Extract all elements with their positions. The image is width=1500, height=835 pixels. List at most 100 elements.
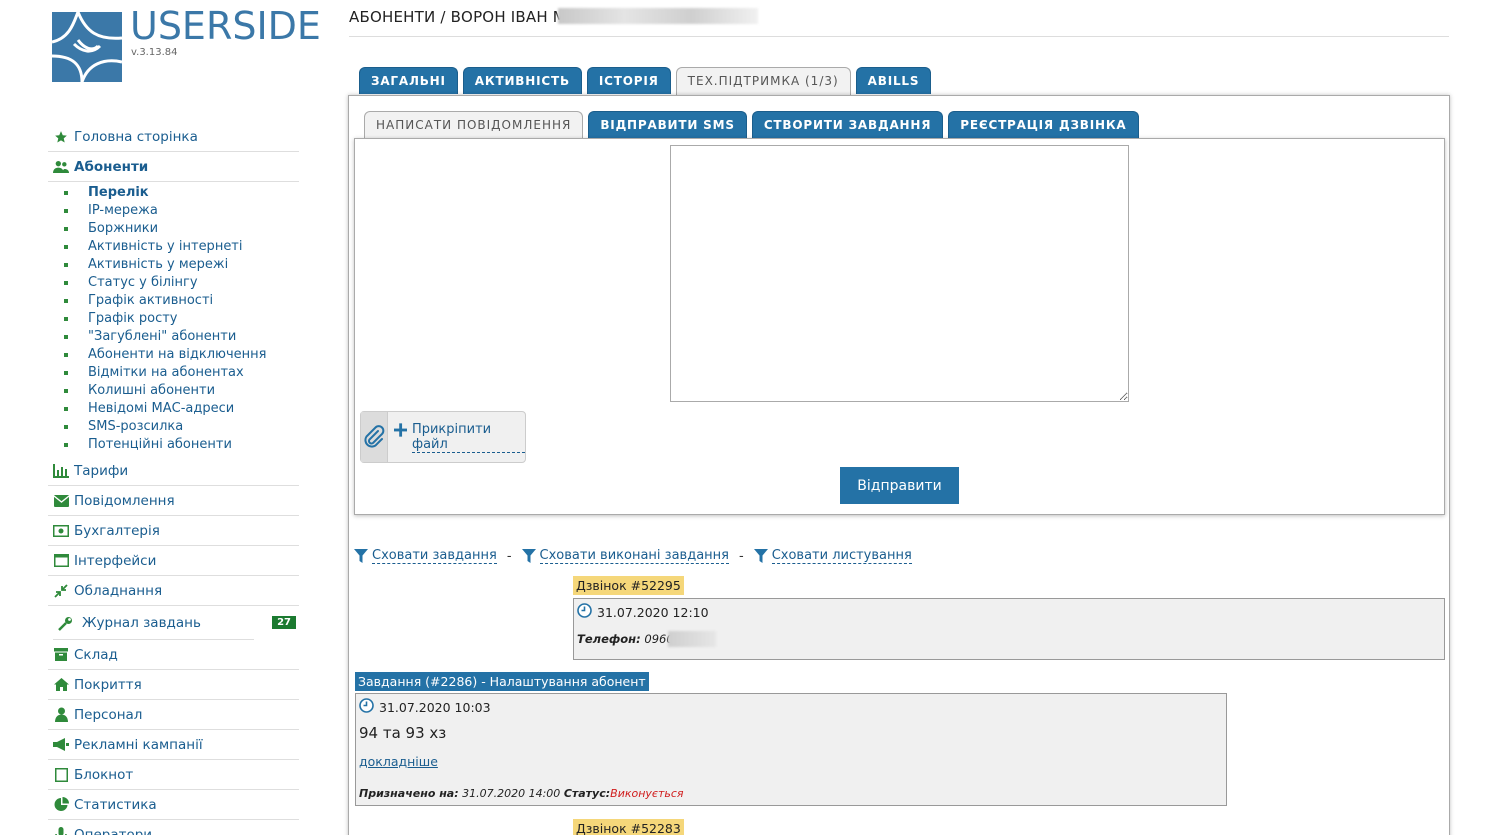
sidebar: USERSIDE v.3.13.84 Головна сторінка Абон… bbox=[0, 0, 340, 835]
send-button[interactable]: Відправити bbox=[840, 467, 959, 504]
submenu-item-unknown-mac[interactable]: Невідомі МАС-адреси bbox=[48, 400, 299, 418]
brand-name: USERSIDE bbox=[130, 4, 321, 48]
task-datetime-text: 31.07.2020 10:03 bbox=[379, 699, 491, 715]
hide-mail-filter[interactable]: Сховати листування bbox=[753, 548, 912, 564]
menu-label: Обладнання bbox=[74, 582, 163, 599]
clock-icon bbox=[577, 603, 592, 621]
compress-icon bbox=[53, 583, 69, 599]
window-icon bbox=[53, 553, 69, 569]
menu-label: Абоненти bbox=[74, 158, 149, 175]
menu-item-operators[interactable]: Оператори bbox=[48, 820, 299, 835]
menu-item-equipment[interactable]: Обладнання bbox=[48, 576, 299, 606]
submenu-item-billing-status[interactable]: Статус у білінгу bbox=[48, 274, 299, 292]
submenu-item-sms-mailing[interactable]: SMS-розсилка bbox=[48, 418, 299, 436]
profile-tabs: ЗАГАЛЬНІ АКТИВНІСТЬ ІСТОРІЯ ТЕХ.ПІДТРИМК… bbox=[359, 67, 932, 96]
compose-form: Прикріпити файл Відправити bbox=[354, 138, 1445, 515]
submenu-item-network-activity[interactable]: Активність у мережі bbox=[48, 256, 299, 274]
submenu-item-potential[interactable]: Потенційні абоненти bbox=[48, 436, 299, 454]
filter-separator: - bbox=[738, 548, 744, 564]
menu-item-accounting[interactable]: Бухгалтерія bbox=[48, 516, 299, 546]
attach-file-box[interactable]: Прикріпити файл bbox=[360, 411, 526, 463]
subtab-register-call[interactable]: РЕЄСТРАЦІЯ ДЗВІНКА bbox=[948, 111, 1139, 138]
task-text: 94 та 93 хз bbox=[359, 724, 447, 742]
tasks-count-badge: 27 bbox=[272, 616, 296, 629]
hide-tasks-filter[interactable]: Сховати завдання bbox=[354, 548, 497, 564]
status-value: Виконується bbox=[610, 787, 684, 800]
hide-done-tasks-label: Сховати виконані завдання bbox=[539, 548, 729, 564]
subtab-send-sms[interactable]: ВІДПРАВИТИ SMS bbox=[588, 111, 747, 138]
wrench-icon bbox=[57, 615, 73, 631]
call-entry: 31.07.2020 12:10 Телефон: 0960 bbox=[573, 598, 1445, 660]
menu-label: Персонал bbox=[74, 706, 143, 723]
task-details-link[interactable]: докладніше bbox=[359, 754, 438, 769]
menu-item-ads[interactable]: Рекламні кампанії bbox=[48, 730, 299, 760]
menu-item-warehouse[interactable]: Склад bbox=[48, 640, 299, 670]
menu-item-notes[interactable]: Блокнот bbox=[48, 760, 299, 790]
menu-label: Статистика bbox=[74, 796, 157, 813]
menu-label: Повідомлення bbox=[74, 492, 175, 509]
tab-activity[interactable]: АКТИВНІСТЬ bbox=[462, 67, 582, 94]
menu-label: Склад bbox=[74, 646, 118, 663]
menu-item-messages[interactable]: Повідомлення bbox=[48, 486, 299, 516]
call-phone: Телефон: 0960 bbox=[577, 631, 716, 647]
pie-chart-icon bbox=[53, 797, 69, 813]
tab-general[interactable]: ЗАГАЛЬНІ bbox=[359, 67, 458, 94]
menu-item-tasks[interactable]: Журнал завдань 27 bbox=[48, 606, 299, 640]
menu-item-stats[interactable]: Статистика bbox=[48, 790, 299, 820]
title-divider bbox=[349, 36, 1449, 37]
subtab-create-task[interactable]: СТВОРИТИ ЗАВДАННЯ bbox=[751, 111, 944, 138]
page-title-text: АБОНЕНТИ / ВОРОН ІВАН М bbox=[349, 8, 566, 26]
task-label[interactable]: Завдання (#2286) - Налаштування абонент bbox=[355, 672, 649, 691]
submenu-item-debtors[interactable]: Боржники bbox=[48, 220, 299, 238]
call-datetime: 31.07.2020 12:10 bbox=[577, 603, 709, 621]
staff-icon bbox=[53, 707, 69, 723]
hide-tasks-label: Сховати завдання bbox=[372, 548, 497, 564]
call-label: Дзвінок #52295 bbox=[573, 576, 684, 595]
menu-item-coverage[interactable]: Покриття bbox=[48, 670, 299, 700]
menu-label: Журнал завдань bbox=[82, 615, 201, 631]
menu-item-staff[interactable]: Персонал bbox=[48, 700, 299, 730]
paperclip-icon bbox=[361, 412, 388, 462]
tab-history[interactable]: ІСТОРІЯ bbox=[586, 67, 671, 94]
submenu-item-to-disconnect[interactable]: Абоненти на відключення bbox=[48, 346, 299, 364]
task-datetime: 31.07.2020 10:03 bbox=[359, 698, 491, 716]
menu-item-interfaces[interactable]: Інтерфейси bbox=[48, 546, 299, 576]
call-label: Дзвінок #52283 bbox=[573, 819, 684, 835]
tab-support[interactable]: ТЕХ.ПІДТРИМКА (1/3) bbox=[675, 67, 851, 96]
submenu-item-lost-subscribers[interactable]: "Загублені" абоненти bbox=[48, 328, 299, 346]
menu-label: Інтерфейси bbox=[74, 552, 157, 569]
menu-label: Покриття bbox=[74, 676, 142, 693]
feed-filters: Сховати завдання - Сховати виконані завд… bbox=[354, 548, 912, 564]
plus-icon bbox=[393, 423, 407, 437]
menu-label: Бухгалтерія bbox=[74, 522, 160, 539]
support-panel: НАПИСАТИ ПОВІДОМЛЕННЯ ВІДПРАВИТИ SMS СТВ… bbox=[348, 95, 1450, 835]
envelope-icon bbox=[53, 493, 69, 509]
hide-done-tasks-filter[interactable]: Сховати виконані завдання bbox=[521, 548, 729, 564]
attach-file-label: Прикріпити файл bbox=[411, 422, 525, 453]
submenu-item-marks[interactable]: Відмітки на абонентах bbox=[48, 364, 299, 382]
message-textarea[interactable] bbox=[670, 145, 1129, 402]
tab-abills[interactable]: ABILLS bbox=[855, 67, 932, 94]
users-icon bbox=[53, 159, 69, 175]
bar-chart-icon bbox=[53, 463, 69, 479]
submenu-item-ip-network[interactable]: IP-мережа bbox=[48, 202, 299, 220]
userside-logo-icon[interactable] bbox=[52, 12, 122, 82]
subtab-write-message[interactable]: НАПИСАТИ ПОВІДОМЛЕННЯ bbox=[364, 111, 584, 140]
menu-item-tariffs[interactable]: Тарифи bbox=[48, 456, 299, 486]
menu-item-home[interactable]: Головна сторінка bbox=[48, 122, 299, 152]
submenu-item-list[interactable]: Перелік bbox=[48, 184, 299, 202]
attach-file-link[interactable]: Прикріпити файл bbox=[388, 412, 525, 462]
filter-icon bbox=[753, 549, 768, 563]
submenu-item-growth-graph[interactable]: Графік росту bbox=[48, 310, 299, 328]
menu-label: Оператори bbox=[74, 826, 153, 835]
note-icon bbox=[53, 767, 69, 783]
submenu-item-activity-graph[interactable]: Графік активності bbox=[48, 292, 299, 310]
assigned-label: Призначено на: bbox=[359, 787, 459, 800]
subscribers-submenu: Перелік IP-мережа Боржники Активність у … bbox=[48, 182, 299, 456]
menu-item-subscribers[interactable]: Абоненти bbox=[48, 152, 299, 182]
submenu-item-internet-activity[interactable]: Активність у інтернеті bbox=[48, 238, 299, 256]
task-meta: Призначено на: 31.07.2020 14:00 Статус:В… bbox=[359, 787, 684, 800]
menu-label: Тарифи bbox=[74, 462, 129, 479]
menu-label: Головна сторінка bbox=[74, 128, 198, 145]
submenu-item-former[interactable]: Колишні абоненти bbox=[48, 382, 299, 400]
